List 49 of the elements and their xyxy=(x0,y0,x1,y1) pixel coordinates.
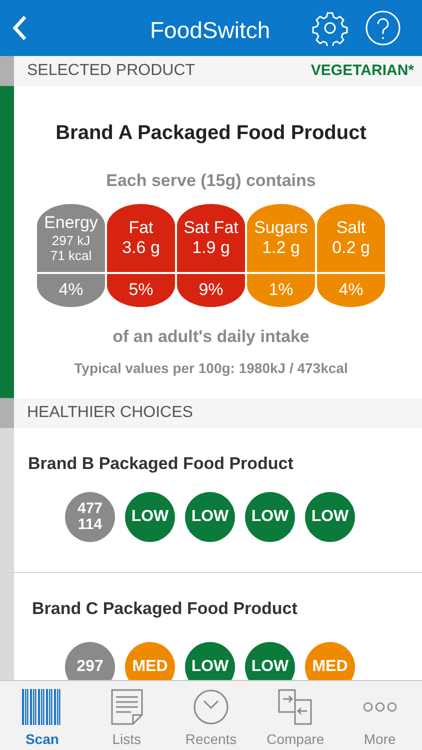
nutrient-amount: 297 kJ xyxy=(52,232,90,248)
barcode-icon xyxy=(22,689,62,725)
percent-label: 5% xyxy=(107,274,175,306)
rating-badge: LOW xyxy=(305,492,355,542)
product-name[interactable]: Brand C Packaged Food Product xyxy=(32,596,422,622)
rating-badge: MED xyxy=(305,642,355,680)
tab[interactable]: Recents xyxy=(168,681,254,750)
back-icon[interactable] xyxy=(12,15,28,41)
settings-icon[interactable] xyxy=(312,10,348,46)
rating-badge: 477 114 xyxy=(65,492,115,542)
percent-label: 4% xyxy=(37,274,105,306)
nutrient-amount: 1.9 g xyxy=(192,238,230,258)
rating-badge: LOW xyxy=(185,642,235,680)
percent-label: 1% xyxy=(247,274,315,306)
serve-text: Each serve (15g) contains xyxy=(106,170,316,192)
tab[interactable]: Compare xyxy=(253,681,338,750)
nutrient-amount: 3.6 g xyxy=(122,238,160,258)
more-icon xyxy=(362,701,397,713)
product-name: Brand A Packaged Food Product xyxy=(56,121,366,146)
rating-badge: LOW xyxy=(245,642,295,680)
rating-badge: LOW xyxy=(245,492,295,542)
rating-badge: LOW xyxy=(125,492,175,542)
nutrient-name: Energy xyxy=(44,212,98,232)
tab[interactable]: More xyxy=(338,681,422,750)
percent-label: 9% xyxy=(177,274,245,306)
percent-label: 4% xyxy=(317,274,385,306)
help-icon[interactable] xyxy=(365,10,401,46)
rating-badge: LOW xyxy=(185,492,235,542)
nutrient-name: Fat xyxy=(128,218,154,238)
rating-badge: 297 xyxy=(65,642,115,680)
tab[interactable]: Lists xyxy=(84,681,169,750)
rating-badge: MED xyxy=(125,642,175,680)
nutrient-name: Salt xyxy=(336,218,366,238)
nutrient-amount: 1.2 g xyxy=(262,238,300,258)
section-title: SELECTED PRODUCT xyxy=(27,61,196,81)
clock-icon xyxy=(193,689,230,725)
nutrient-amount: 71 kcal xyxy=(50,248,92,262)
app-title: FoodSwitch xyxy=(150,16,270,45)
list-icon xyxy=(110,689,143,725)
compare-icon xyxy=(278,689,312,725)
intake-text: of an adult's daily intake xyxy=(112,326,310,348)
nutrient-name: Sat Fat xyxy=(184,218,238,238)
tab[interactable]: Scan xyxy=(0,681,84,750)
section-title: HEALTHIER CHOICES xyxy=(27,403,193,423)
product-name[interactable]: Brand B Packaged Food Product xyxy=(28,451,422,476)
nutrient-name: Sugars xyxy=(254,218,308,238)
typical-values: Typical values per 100g: 1980kJ / 473kcal xyxy=(74,359,348,378)
vegetarian-label: VEGETARIAN* xyxy=(310,60,414,81)
nutrient-amount: 0.2 g xyxy=(332,238,370,258)
